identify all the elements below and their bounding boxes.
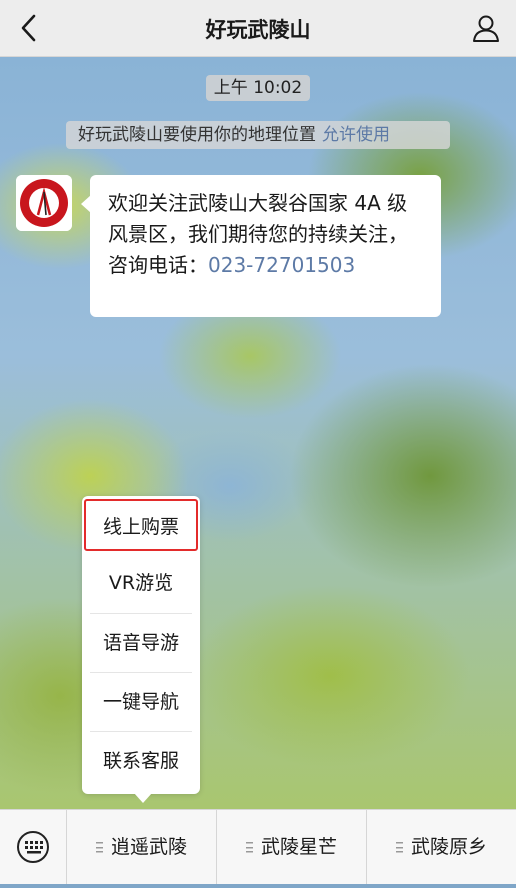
menu-item-customer-service[interactable]: 联系客服: [90, 731, 192, 791]
tab-xiaoyao-wuling[interactable]: 逍遥武陵: [67, 810, 217, 884]
avatar[interactable]: [16, 175, 72, 231]
menu-item-online-ticket[interactable]: 线上购票: [84, 499, 198, 551]
phone-link[interactable]: 023-72701503: [208, 253, 355, 277]
tab-label: 逍遥武陵: [110, 836, 187, 858]
location-permission-notice: 好玩武陵山要使用你的地理位置 允许使用: [66, 121, 450, 149]
page-title: 好玩武陵山: [205, 18, 311, 42]
navbar: 好玩武陵山: [0, 0, 516, 57]
keyboard-icon: [17, 831, 49, 863]
menu-item-vr-tour[interactable]: VR游览: [90, 554, 192, 613]
profile-button[interactable]: [470, 12, 502, 44]
submenu-lines-icon: [245, 842, 253, 853]
message-bubble: 欢迎关注武陵山大裂谷国家 4A 级风景区，我们期待您的持续关注，咨询电话：023…: [81, 175, 441, 317]
tab-label: 武陵原乡: [410, 836, 487, 858]
menu-item-navigation[interactable]: 一键导航: [90, 672, 192, 732]
tab-wuling-xingmang[interactable]: 武陵星芒: [217, 810, 367, 884]
submenu-lines-icon: [95, 842, 103, 853]
keyboard-toggle-button[interactable]: [0, 810, 67, 884]
person-icon: [473, 15, 499, 42]
chat-timestamp: 上午 10:02: [206, 75, 310, 101]
notice-text: 好玩武陵山要使用你的地理位置: [78, 125, 316, 145]
popup-menu: 线上购票 VR游览 语音导游 一键导航 联系客服: [82, 496, 200, 803]
submenu-lines-icon: [395, 842, 403, 853]
tab-wuling-yuanxiang[interactable]: 武陵原乡: [367, 810, 516, 884]
tab-label: 武陵星芒: [260, 836, 337, 858]
bottom-menu-bar: 逍遥武陵 武陵星芒 武陵原乡: [0, 809, 516, 884]
chat-background-photo: [0, 56, 516, 809]
wulingshan-logo-icon: [16, 175, 72, 231]
allow-location-link[interactable]: 允许使用: [322, 125, 390, 145]
menu-item-audio-guide[interactable]: 语音导游: [90, 613, 192, 673]
